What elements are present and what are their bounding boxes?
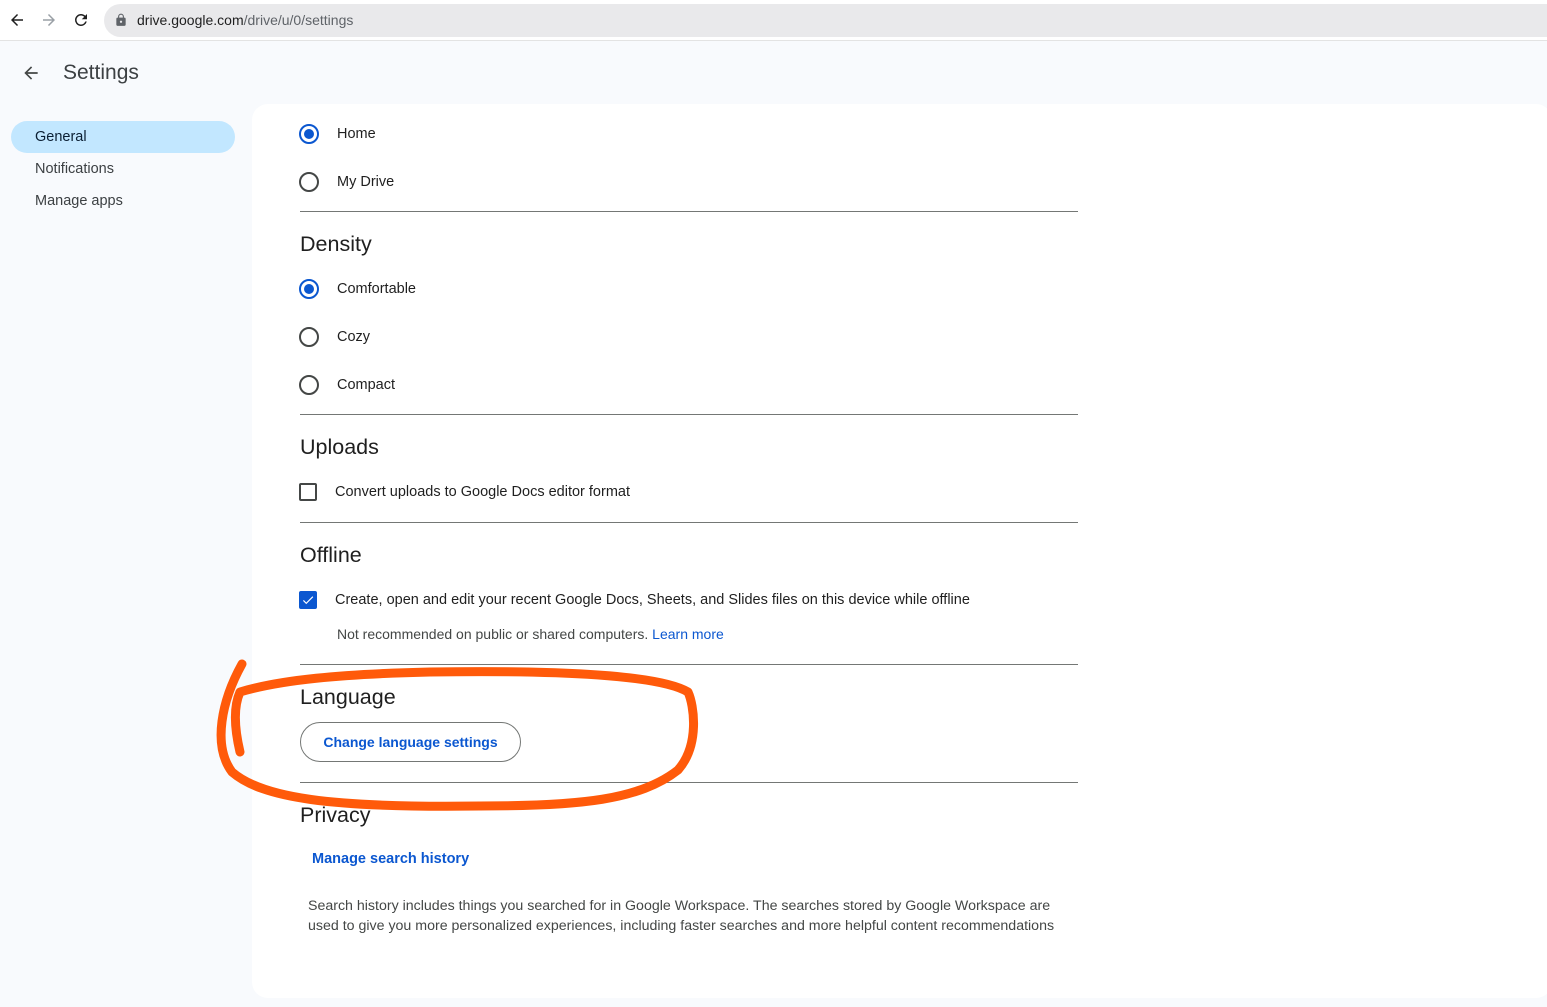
checkbox[interactable] — [299, 483, 317, 501]
sidebar-item-label: General — [35, 129, 87, 145]
radio-button[interactable] — [299, 279, 319, 299]
section-divider — [300, 414, 1078, 415]
density-option-compact[interactable]: Compact — [299, 373, 395, 397]
sidebar-item-label: Notifications — [35, 161, 114, 177]
section-divider — [300, 522, 1078, 523]
sidebar-item-manage-apps[interactable]: Manage apps — [11, 185, 235, 217]
start-page-option-home[interactable]: Home — [299, 122, 376, 146]
arrow-left-icon — [11, 14, 23, 26]
lock-icon — [116, 13, 126, 26]
option-label: Cozy — [337, 329, 371, 345]
offline-option[interactable]: Create, open and edit your recent Google… — [299, 588, 970, 612]
browser-back-button[interactable] — [5, 8, 29, 32]
change-language-settings-button[interactable]: Change language settings — [300, 722, 521, 762]
option-label: Convert uploads to Google Docs editor fo… — [335, 484, 630, 500]
radio-button[interactable] — [299, 124, 319, 144]
url-text: drive.google.com/drive/u/0/settings — [137, 12, 353, 28]
option-label: Compact — [337, 377, 396, 393]
checkmark-icon — [302, 596, 314, 605]
arrow-right-icon — [43, 14, 55, 26]
sidebar-item-general[interactable]: General — [11, 121, 235, 153]
browser-toolbar: drive.google.com/drive/u/0/settings — [0, 0, 1547, 41]
address-bar[interactable]: drive.google.com/drive/u/0/settings — [104, 4, 1547, 37]
sidebar-item-label: Manage apps — [35, 193, 123, 209]
url-host: drive.google.com — [137, 12, 244, 28]
uploads-section-title: Uploads — [300, 435, 379, 459]
privacy-section-title: Privacy — [300, 803, 371, 827]
back-button[interactable] — [17, 59, 45, 87]
radio-button[interactable] — [299, 172, 319, 192]
radio-button[interactable] — [299, 327, 319, 347]
option-label: Create, open and edit your recent Google… — [335, 592, 970, 608]
learn-more-link[interactable]: Learn more — [652, 626, 724, 642]
privacy-description: Search history includes things you searc… — [308, 898, 1055, 934]
radio-button[interactable] — [299, 375, 319, 395]
density-section-title: Density — [300, 232, 372, 256]
browser-reload-button[interactable] — [69, 8, 93, 32]
language-section-title: Language — [300, 685, 396, 709]
browser-forward-button[interactable] — [37, 8, 61, 32]
arrow-left-icon — [24, 66, 38, 80]
section-divider — [300, 664, 1078, 665]
sidebar-item-notifications[interactable]: Notifications — [11, 153, 235, 185]
section-divider — [300, 782, 1078, 783]
reload-icon — [74, 13, 87, 26]
offline-section-title: Offline — [300, 543, 362, 567]
option-label: Home — [337, 126, 376, 142]
manage-search-history-link[interactable]: Manage search history — [312, 851, 469, 867]
page-title: Settings — [63, 61, 139, 84]
density-option-cozy[interactable]: Cozy — [299, 325, 370, 349]
option-label: My Drive — [337, 174, 395, 190]
uploads-convert-option[interactable]: Convert uploads to Google Docs editor fo… — [299, 480, 630, 504]
option-label: Comfortable — [337, 281, 416, 297]
checkbox[interactable] — [299, 591, 317, 609]
density-option-comfortable[interactable]: Comfortable — [299, 277, 416, 301]
url-path: /drive/u/0/settings — [243, 12, 354, 28]
section-divider — [300, 211, 1078, 212]
offline-note: Not recommended on public or shared comp… — [337, 626, 724, 642]
start-page-option-my-drive[interactable]: My Drive — [299, 170, 394, 194]
offline-note-text: Not recommended on public or shared comp… — [337, 626, 649, 642]
